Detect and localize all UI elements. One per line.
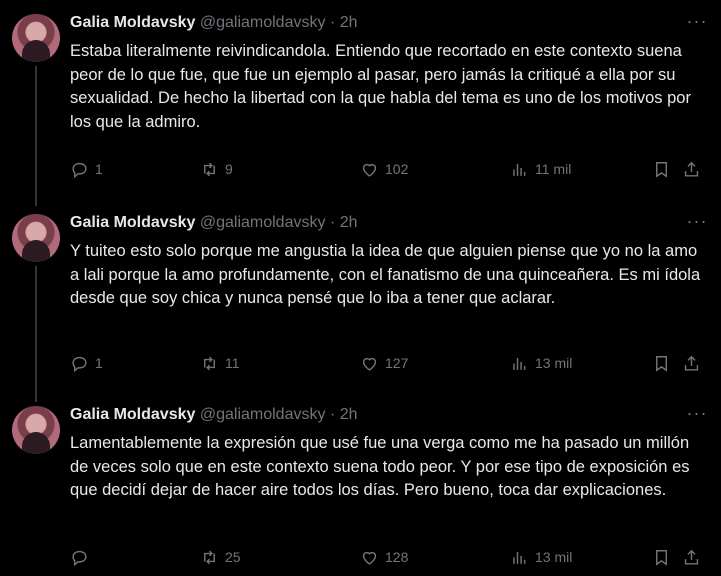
tweet-time[interactable]: 2h (340, 214, 358, 231)
tweet-header: Galia Moldavsky @galiamoldavsky · 2h (70, 406, 358, 428)
thread-connector (35, 66, 37, 206)
retweet-icon (204, 162, 215, 176)
share-icon (684, 549, 699, 565)
share-button[interactable] (682, 158, 707, 180)
share-icon (684, 161, 699, 177)
separator: · (329, 406, 336, 423)
like-count: 127 (385, 355, 409, 371)
bookmark-button[interactable] (652, 546, 677, 568)
reply-icon (72, 162, 87, 178)
views-icon (513, 551, 526, 564)
views-icon (513, 357, 526, 370)
reply-count: 1 (95, 161, 103, 177)
reply-icon (72, 356, 87, 372)
tweet-actions: 25 128 13 mil (70, 546, 699, 568)
avatar[interactable] (12, 214, 60, 262)
tweet-time[interactable]: 2h (340, 406, 358, 423)
views-button[interactable]: 11 mil (510, 158, 571, 180)
tweet-actions: 1 9 102 11 mil (70, 158, 699, 180)
tweet-header: Galia Moldavsky @galiamoldavsky · 2h (70, 14, 358, 36)
author-handle[interactable]: @galiamoldavsky (200, 214, 326, 231)
avatar[interactable] (12, 14, 60, 62)
views-icon (513, 163, 526, 176)
bookmark-icon (656, 355, 667, 372)
heart-icon (362, 551, 377, 565)
separator: · (329, 14, 336, 31)
bookmark-icon (656, 161, 667, 178)
bookmark-button[interactable] (652, 352, 677, 374)
retweet-count: 9 (225, 161, 233, 177)
retweet-button[interactable]: 25 (200, 546, 241, 568)
retweet-count: 11 (225, 355, 240, 371)
like-button[interactable]: 102 (360, 158, 408, 180)
like-count: 128 (385, 549, 409, 565)
more-icon[interactable]: ··· (685, 212, 709, 234)
share-button[interactable] (682, 546, 707, 568)
author-handle[interactable]: @galiamoldavsky (200, 14, 326, 31)
tweet[interactable]: Galia Moldavsky @galiamoldavsky · 2h ···… (0, 392, 721, 576)
views-button[interactable]: 13 mil (510, 352, 572, 374)
tweet-text: Estaba literalmente reivindicandola. Ent… (70, 42, 691, 131)
separator: · (329, 214, 336, 231)
thread-connector (35, 266, 37, 402)
tweet-time[interactable]: 2h (340, 14, 358, 31)
author-name[interactable]: Galia Moldavsky (70, 14, 195, 31)
author-handle[interactable]: @galiamoldavsky (200, 406, 326, 423)
retweet-button[interactable]: 9 (200, 158, 233, 180)
views-count: 11 mil (535, 161, 572, 177)
retweet-button[interactable]: 11 (200, 352, 240, 374)
share-button[interactable] (682, 352, 707, 374)
like-button[interactable]: 128 (360, 546, 408, 568)
tweet-header: Galia Moldavsky @galiamoldavsky · 2h (70, 214, 358, 236)
more-icon[interactable]: ··· (685, 12, 709, 34)
tweet[interactable]: Galia Moldavsky @galiamoldavsky · 2h ···… (0, 0, 721, 206)
reply-button[interactable] (70, 546, 95, 568)
more-icon[interactable]: ··· (685, 404, 709, 426)
bookmark-icon (656, 549, 667, 566)
share-icon (684, 355, 699, 371)
author-name[interactable]: Galia Moldavsky (70, 406, 195, 423)
retweet-icon (204, 356, 215, 370)
reply-icon (72, 550, 87, 566)
tweet[interactable]: Galia Moldavsky @galiamoldavsky · 2h ···… (0, 200, 721, 402)
heart-icon (362, 163, 377, 177)
author-name[interactable]: Galia Moldavsky (70, 214, 195, 231)
like-count: 102 (385, 161, 409, 177)
reply-button[interactable]: 1 (70, 158, 103, 180)
tweet-text: Lamentablemente la expresión que usé fue… (70, 434, 690, 499)
tweet-actions: 1 11 127 13 mil (70, 352, 699, 374)
heart-icon (362, 357, 377, 371)
reply-button[interactable]: 1 (70, 352, 103, 374)
bookmark-button[interactable] (652, 158, 677, 180)
tweet-text: Y tuiteo esto solo porque me angustia la… (70, 242, 701, 307)
retweet-icon (204, 550, 215, 564)
like-button[interactable]: 127 (360, 352, 408, 374)
views-count: 13 mil (535, 549, 573, 565)
reply-count: 1 (95, 355, 103, 371)
views-button[interactable]: 13 mil (510, 546, 572, 568)
retweet-count: 25 (225, 549, 241, 565)
views-count: 13 mil (535, 355, 573, 371)
avatar[interactable] (12, 406, 60, 454)
